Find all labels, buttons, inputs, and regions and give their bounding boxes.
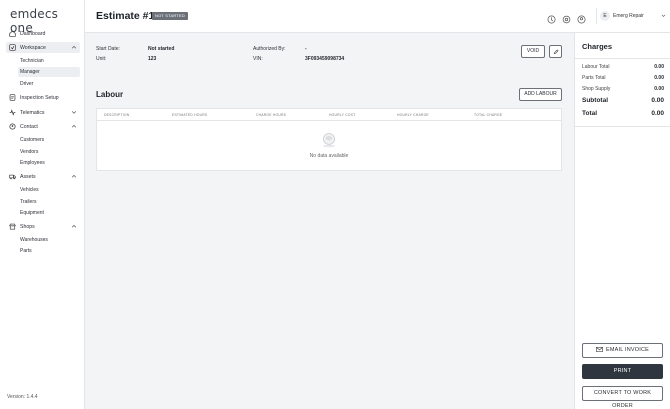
shop-icon <box>8 223 16 231</box>
charge-row-total: Total 0.00 <box>582 110 664 119</box>
charge-label: Parts Total <box>582 75 606 81</box>
chevron-up-icon <box>71 45 77 49</box>
avatar: E <box>600 11 610 21</box>
user-menu[interactable]: E Emerg Repair <box>596 8 666 24</box>
charge-row-labour-total: Labour Total 0.00 <box>582 64 664 73</box>
column-header[interactable]: TOTAL CHARGE <box>474 113 502 117</box>
sidebar-item-vehicles[interactable]: Vehicles <box>18 185 80 195</box>
column-header[interactable]: HOURLY COST <box>329 113 355 117</box>
sidebar-item-technician[interactable]: Technician <box>18 56 80 66</box>
charge-value: 0.00 <box>651 97 664 104</box>
sidebar-item-workspace[interactable]: Workspace <box>6 42 80 53</box>
help-icon[interactable] <box>547 11 556 24</box>
status-badge: NOT STARTED <box>152 12 188 20</box>
vin-value: 3F093459098734 <box>305 56 345 62</box>
charge-value: 0.00 <box>654 64 664 70</box>
table-header: DESCRIPTION ESTIMATED HOURS CHARGE HOURS… <box>97 109 561 121</box>
charges-panel: Charges Labour Total 0.00 Parts Total 0.… <box>574 33 670 409</box>
sidebar-item-label: Workspace <box>20 44 46 51</box>
sidebar-item-label: Telematics <box>20 109 45 116</box>
charge-value: 0.00 <box>654 86 664 92</box>
charge-label: Subtotal <box>582 97 608 104</box>
edit-button[interactable] <box>549 45 562 58</box>
signal-icon <box>8 109 16 117</box>
sidebar-item-label: Dashboard <box>20 30 46 37</box>
email-invoice-button[interactable]: EMAIL INVOICE <box>582 343 663 358</box>
labour-table: DESCRIPTION ESTIMATED HOURS CHARGE HOURS… <box>96 108 562 171</box>
divider <box>575 58 670 59</box>
sidebar-item-trailers[interactable]: Trailers <box>18 197 80 207</box>
column-header[interactable]: CHARGE HOURS <box>256 113 286 117</box>
charge-label: Shop Supply <box>582 86 611 92</box>
sidebar-item-shops[interactable]: Shops <box>6 221 80 232</box>
sidebar-item-dashboard[interactable]: Dashboard <box>6 28 80 39</box>
start-date-label: Start Date: <box>96 46 120 52</box>
labour-title: Labour <box>96 90 124 99</box>
workspace-icon <box>8 44 16 52</box>
charge-label: Total <box>582 110 598 117</box>
sidebar-item-parts[interactable]: Parts <box>18 246 80 256</box>
authorized-by-label: Authorized By: <box>253 46 286 52</box>
app-version: Version: 1.4.4 <box>7 394 38 400</box>
column-header[interactable]: ESTIMATED HOURS <box>172 113 207 117</box>
chevron-down-icon <box>661 14 666 17</box>
sidebar-item-contact[interactable]: Contact <box>6 121 80 132</box>
chevron-up-icon <box>71 124 77 128</box>
charge-value: 0.00 <box>651 110 664 117</box>
contact-icon <box>8 123 16 131</box>
user-name: Emerg Repair <box>613 13 644 19</box>
sidebar-item-label: Shops <box>20 223 35 230</box>
sidebar-item-assets[interactable]: Assets <box>6 171 80 182</box>
sidebar-item-equipment[interactable]: Equipment <box>18 208 80 218</box>
truck-icon <box>8 173 16 181</box>
chevron-up-icon <box>71 224 77 228</box>
column-header[interactable]: DESCRIPTION <box>104 113 129 117</box>
sidebar-item-inspection-setup[interactable]: Inspection Setup <box>6 92 80 103</box>
charge-value: 0.00 <box>654 75 664 81</box>
sidebar: emdecs one Dashboard Workspace Technicia… <box>0 0 85 409</box>
add-labour-button[interactable]: ADD LABOUR <box>519 88 562 101</box>
sidebar-item-driver[interactable]: Driver <box>18 79 80 89</box>
charge-row-shop-supply: Shop Supply 0.00 <box>582 86 664 95</box>
sidebar-item-employees[interactable]: Employees <box>18 158 80 168</box>
authorized-by-value: - <box>305 46 307 52</box>
print-button[interactable]: PRINT <box>582 364 663 379</box>
sidebar-item-label: Inspection Setup <box>20 94 59 101</box>
charge-row-subtotal: Subtotal 0.00 <box>582 97 664 106</box>
unit-label: Unit: <box>96 56 107 62</box>
divider <box>575 126 670 127</box>
vin-label: VIN: <box>253 56 263 62</box>
column-header[interactable]: HOURLY CHARGE <box>397 113 429 117</box>
pencil-icon <box>553 49 558 54</box>
charge-label: Labour Total <box>582 64 610 70</box>
convert-to-work-order-button[interactable]: CONVERT TO WORK ORDER <box>582 386 663 409</box>
page-title: Estimate #1 <box>96 10 155 22</box>
sidebar-item-customers[interactable]: Customers <box>18 135 80 145</box>
charges-title: Charges <box>582 42 613 51</box>
mail-icon <box>596 346 603 352</box>
unit-value: 123 <box>148 56 157 62</box>
user-icon[interactable] <box>577 11 586 24</box>
empty-state-text: No data available <box>309 153 349 159</box>
home-icon <box>8 30 16 38</box>
sidebar-item-warehouses[interactable]: Warehouses <box>18 235 80 245</box>
chevron-down-icon <box>71 111 77 114</box>
main-content: Start Date: Not started Unit: 123 Author… <box>85 33 574 409</box>
sidebar-item-manager[interactable]: Manager <box>18 67 80 77</box>
email-invoice-label: EMAIL INVOICE <box>605 347 650 353</box>
top-bar: Estimate #1 NOT STARTED E Emerg Repair <box>85 0 670 33</box>
empty-data-icon <box>323 133 335 148</box>
chevron-up-icon <box>71 174 77 178</box>
sidebar-item-label: Contact <box>20 123 38 130</box>
inspection-icon <box>8 94 16 102</box>
gear-icon[interactable] <box>562 11 571 24</box>
void-button[interactable]: VOID <box>521 45 545 58</box>
start-date-value: Not started <box>148 46 175 52</box>
sidebar-item-label: Assets <box>20 173 36 180</box>
sidebar-item-telematics[interactable]: Telematics <box>6 107 80 118</box>
charge-row-parts-total: Parts Total 0.00 <box>582 75 664 84</box>
sidebar-item-vendors[interactable]: Vendors <box>18 147 80 157</box>
